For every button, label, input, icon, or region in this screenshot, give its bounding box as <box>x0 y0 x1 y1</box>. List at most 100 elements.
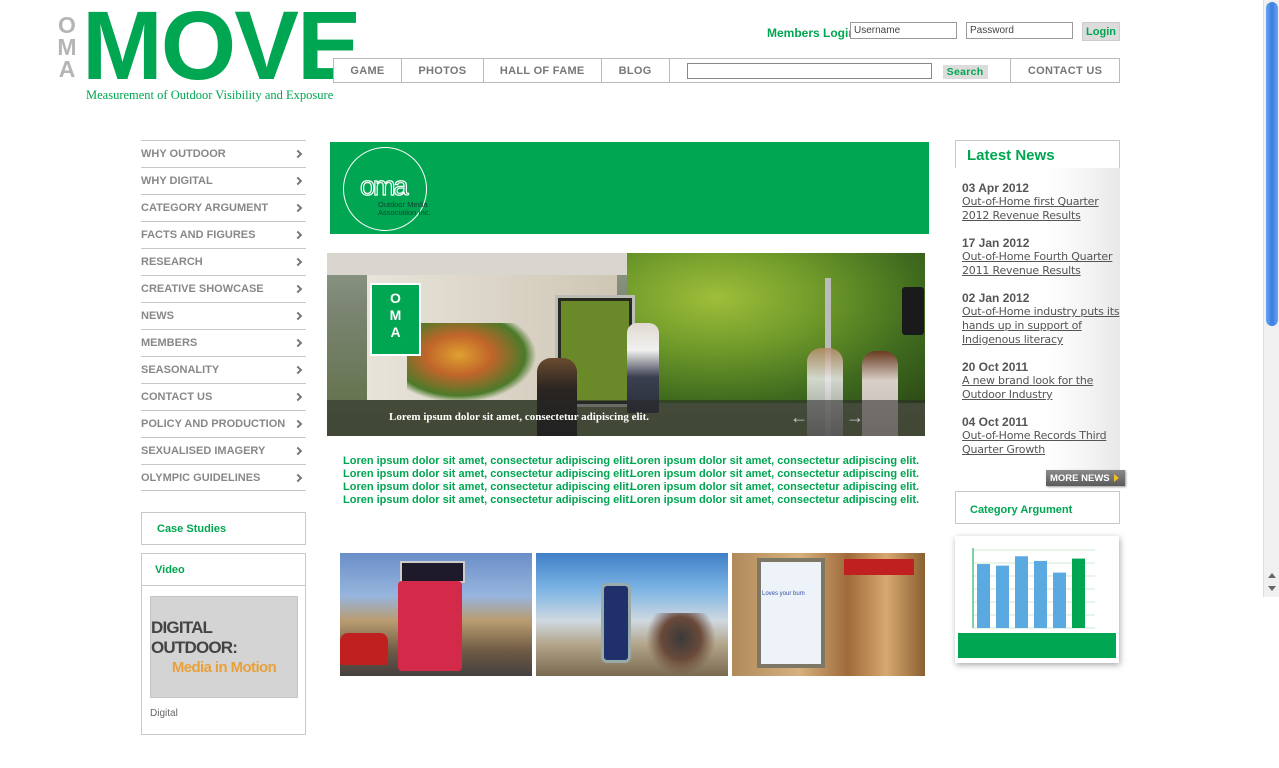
sidebar-item-label: RESEARCH <box>141 256 203 268</box>
chevron-right-icon <box>293 230 303 240</box>
case-studies-box[interactable]: Case Studies <box>141 512 306 545</box>
vertical-scrollbar[interactable] <box>1263 0 1279 597</box>
chevron-right-icon <box>293 311 303 321</box>
arrow-right-icon <box>1114 474 1119 482</box>
news-link[interactable]: Quarter Growth <box>962 443 1137 457</box>
nav-photos[interactable]: PHOTOS <box>402 59 484 82</box>
sidebar-item-label: POLICY AND PRODUCTION <box>141 418 286 430</box>
intro-line: Loren ipsum dolor sit amet, consectetur … <box>343 481 633 493</box>
sidebar-item-label: WHY DIGITAL <box>141 175 213 187</box>
sidebar-item-olympic-guidelines[interactable]: OLYMPIC GUIDELINES <box>141 464 306 491</box>
news-date: 20 Oct 2011 <box>962 360 1029 374</box>
scroll-down-arrow-icon[interactable] <box>1268 586 1276 591</box>
news-date: 02 Jan 2012 <box>962 291 1030 305</box>
news-link[interactable]: Indigenous literacy <box>962 333 1137 347</box>
move-logo[interactable]: O M A MOVE Measurement of Outdoor Visibi… <box>56 0 361 105</box>
category-argument-title: Category Argument <box>970 504 1073 516</box>
news-link[interactable]: hands up in support of <box>962 319 1137 333</box>
slider-prev-arrow-icon[interactable]: ← <box>789 408 809 426</box>
news-link[interactable]: Out-of-Home first Quarter <box>962 195 1137 209</box>
news-link[interactable]: 2012 Revenue Results <box>962 209 1137 223</box>
news-link[interactable]: 2011 Revenue Results <box>962 264 1137 278</box>
oma-vertical-logo: O M A <box>56 14 78 82</box>
logo-oma-letter-m: M <box>57 34 77 60</box>
latest-news-title: Latest News <box>967 147 1055 164</box>
sidebar-navigation: WHY OUTDOOR WHY DIGITAL CATEGORY ARGUMEN… <box>141 140 306 491</box>
category-argument-box[interactable]: Category Argument <box>955 491 1120 524</box>
sidebar-item-sexualised-imagery[interactable]: SEXUALISED IMAGERY <box>141 437 306 464</box>
category-argument-chart[interactable] <box>955 536 1119 663</box>
sidebar-item-why-digital[interactable]: WHY DIGITAL <box>141 167 306 194</box>
sidebar-item-label: WHY OUTDOOR <box>141 148 226 160</box>
nav-game[interactable]: GAME <box>334 59 402 82</box>
sidebar-item-label: CREATIVE SHOWCASE <box>141 283 264 295</box>
sidebar-item-contact-us[interactable]: CONTACT US <box>141 383 306 410</box>
intro-line: Loren ipsum dolor sit amet, consectetur … <box>630 481 920 493</box>
chart-bar <box>1034 560 1047 628</box>
chart-bar <box>1072 558 1085 628</box>
sidebar-item-label: CATEGORY ARGUMENT <box>141 202 269 214</box>
intro-line: Loren ipsum dolor sit amet, consectetur … <box>343 468 633 480</box>
username-input[interactable] <box>850 22 957 39</box>
news-item: 17 Jan 2012 Out-of-Home Fourth Quarter 2… <box>962 236 1137 278</box>
nav-blog[interactable]: BLOG <box>602 59 670 82</box>
thumb-display-frame <box>757 558 825 668</box>
chevron-right-icon <box>293 446 303 456</box>
sidebar-item-members[interactable]: MEMBERS <box>141 329 306 356</box>
logo-oma-letter-a: A <box>58 56 76 82</box>
news-link[interactable]: A new brand look for the <box>962 374 1137 388</box>
logo-title: MOVE <box>82 0 362 100</box>
video-caption: Digital <box>150 708 178 719</box>
hero-slider[interactable]: O M A Lorem ipsum dolor sit amet, consec… <box>327 253 925 436</box>
sidebar-item-seasonality[interactable]: SEASONALITY <box>141 356 306 383</box>
gallery-thumbnail-street-billboard[interactable] <box>340 553 532 676</box>
sidebar-item-category-argument[interactable]: CATEGORY ARGUMENT <box>141 194 306 221</box>
video-thumbnail[interactable]: DIGITAL OUTDOOR: Media in Motion <box>150 596 298 698</box>
sidebar-item-creative-showcase[interactable]: CREATIVE SHOWCASE <box>141 275 306 302</box>
hero-traffic-light <box>902 287 924 335</box>
search-button[interactable]: Search <box>942 65 988 79</box>
login-button[interactable]: Login <box>1082 22 1120 41</box>
intro-line: Loren ipsum dolor sit amet, consectetur … <box>630 455 920 467</box>
intro-text-right: Loren ipsum dolor sit amet, consectetur … <box>630 455 919 507</box>
password-input[interactable] <box>966 22 1073 39</box>
scrollbar-thumb[interactable] <box>1266 2 1278 326</box>
sidebar-item-research[interactable]: RESEARCH <box>141 248 306 275</box>
oma-banner[interactable]: oma Outdoor Media Association Inc. <box>330 142 929 234</box>
thumb-store-sign <box>844 559 914 575</box>
news-link[interactable]: Outdoor Industry <box>962 388 1137 402</box>
chevron-right-icon <box>293 176 303 186</box>
gallery-thumbnail-beach-kiosk[interactable] <box>536 553 728 676</box>
sidebar-item-label: CONTACT US <box>141 391 213 403</box>
gallery-thumbnail-mall-display[interactable]: Loves your bum <box>732 553 925 676</box>
nav-hall-of-fame[interactable]: HALL OF FAME <box>484 59 602 82</box>
latest-news-panel: 03 Apr 2012 Out-of-Home first Quarter 20… <box>955 168 1120 474</box>
news-link[interactable]: Out-of-Home industry puts its <box>962 305 1137 319</box>
sidebar-item-facts-and-figures[interactable]: FACTS AND FIGURES <box>141 221 306 248</box>
intro-line: Loren ipsum dolor sit amet, consectetur … <box>343 494 633 506</box>
sidebar-item-why-outdoor[interactable]: WHY OUTDOOR <box>141 140 306 167</box>
scroll-up-arrow-icon[interactable] <box>1268 573 1276 578</box>
more-news-button[interactable]: MORE NEWS <box>1046 470 1125 486</box>
chevron-right-icon <box>293 392 303 402</box>
video-box: Video DIGITAL OUTDOOR: Media in Motion D… <box>141 553 306 735</box>
sidebar-item-label: SEXUALISED IMAGERY <box>141 445 266 457</box>
chevron-right-icon <box>293 257 303 267</box>
news-link[interactable]: Out-of-Home Fourth Quarter <box>962 250 1137 264</box>
sidebar-item-news[interactable]: NEWS <box>141 302 306 329</box>
hero-shelter-roof <box>327 253 627 275</box>
news-item: 02 Jan 2012 Out-of-Home industry puts it… <box>962 291 1137 347</box>
hero-plants <box>407 323 537 403</box>
news-link[interactable]: Out-of-Home Records Third <box>962 429 1137 443</box>
video-thumb-title: DIGITAL OUTDOOR: <box>151 618 238 657</box>
chevron-right-icon <box>293 203 303 213</box>
sidebar-item-policy-and-production[interactable]: POLICY AND PRODUCTION <box>141 410 306 437</box>
case-studies-title: Case Studies <box>157 523 227 535</box>
nav-contact-us[interactable]: CONTACT US <box>1011 59 1119 82</box>
search-area: Search <box>670 59 1012 82</box>
news-date: 04 Oct 2011 <box>962 415 1029 429</box>
chevron-right-icon <box>293 284 303 294</box>
slider-next-arrow-icon[interactable]: → <box>845 408 865 426</box>
chevron-right-icon <box>293 473 303 482</box>
search-input[interactable] <box>686 63 932 79</box>
